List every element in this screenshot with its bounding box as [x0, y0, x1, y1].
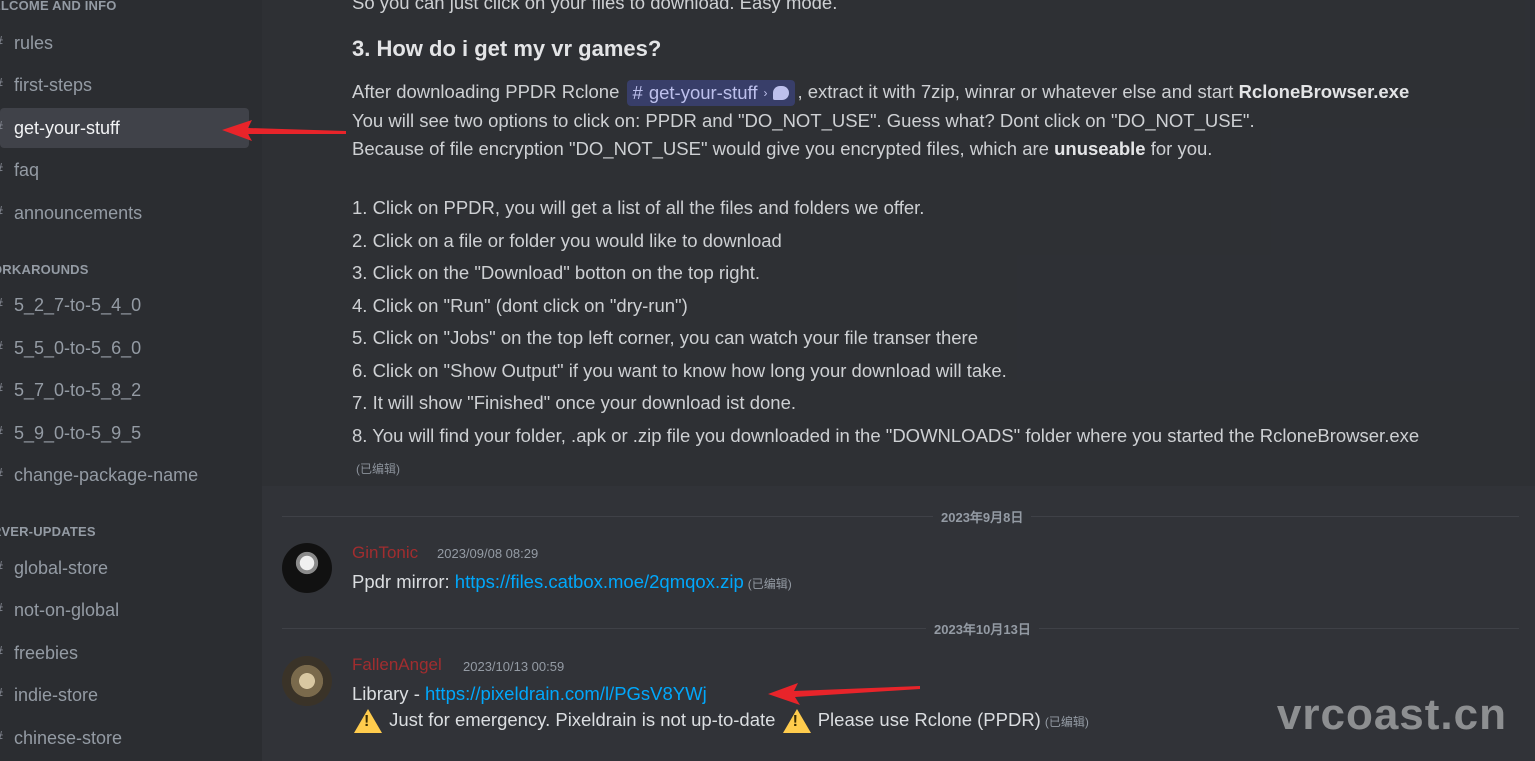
sidebar-item-indie-store[interactable]: # indie-store: [0, 675, 249, 715]
message-content: Library - https://pixeldrain.com/l/PGsV8…: [352, 683, 707, 705]
hashtag-icon: #: [0, 466, 8, 484]
message-content: Ppdr mirror: https://files.catbox.moe/2q…: [352, 571, 792, 593]
channel-label: announcements: [14, 202, 143, 223]
hashtag-icon: #: [0, 296, 8, 314]
channel-label: change-package-name: [14, 464, 199, 485]
message-hover-bg: [262, 0, 1535, 486]
message-text: Just for emergency. Pixeldrain is not up…: [389, 709, 776, 730]
message-text: Please use Rclone (PPDR): [817, 709, 1041, 730]
hashtag-icon: #: [0, 34, 8, 52]
hashtag-icon: #: [0, 119, 8, 137]
message-content: Just for emergency. Pixeldrain is not up…: [352, 709, 1089, 734]
sidebar-item-w2[interactable]: # 5_5_0-to-5_6_0: [0, 328, 249, 368]
channel-label: 5_7_0-to-5_8_2: [14, 379, 142, 400]
channel-label: 5_9_0-to-5_9_5: [14, 422, 142, 443]
channel-label: faq: [14, 159, 40, 180]
category-welcome[interactable]: ELCOME AND INFO: [0, 0, 117, 13]
avatar[interactable]: [282, 543, 332, 593]
date-divider: [282, 516, 1519, 517]
channel-sidebar: ELCOME AND INFO # rules # first-steps # …: [0, 0, 262, 761]
hashtag-icon: #: [0, 381, 8, 399]
sidebar-item-global-store[interactable]: # global-store: [0, 548, 249, 588]
hashtag-icon: #: [0, 559, 8, 577]
avatar[interactable]: [282, 656, 332, 706]
watermark: vrcoast.cn: [1276, 690, 1507, 739]
sidebar-item-get-your-stuff[interactable]: # get-your-stuff: [0, 108, 249, 148]
channel-label: rules: [14, 32, 54, 53]
sidebar-item-announcements[interactable]: # announcements: [0, 193, 249, 233]
date-divider: [282, 628, 1519, 629]
hashtag-icon: #: [0, 161, 8, 179]
category-workarounds[interactable]: ORKAROUNDS: [0, 262, 89, 277]
sidebar-item-rules[interactable]: # rules: [0, 23, 249, 63]
hashtag-icon: #: [0, 729, 8, 747]
sidebar-item-w3[interactable]: # 5_7_0-to-5_8_2: [0, 370, 249, 410]
sidebar-item-first-steps[interactable]: # first-steps: [0, 65, 249, 105]
channel-label: get-your-stuff: [14, 117, 120, 138]
message-link[interactable]: https://files.catbox.moe/2qmqox.zip: [455, 571, 744, 592]
channel-label: 5_5_0-to-5_6_0: [14, 337, 142, 358]
timestamp: 2023/09/08 08:29: [437, 546, 539, 561]
sidebar-item-change-package-name[interactable]: # change-package-name: [0, 455, 249, 495]
date-divider-label: 2023年10月13日: [926, 619, 1039, 638]
channel-label: chinese-store: [14, 727, 123, 748]
sidebar-item-freebies[interactable]: # freebies: [0, 633, 249, 673]
sidebar-item-faq[interactable]: # faq: [0, 150, 249, 190]
message-text: Ppdr mirror:: [352, 571, 455, 592]
hashtag-icon: #: [0, 204, 8, 222]
warning-icon: [782, 709, 811, 734]
channel-label: indie-store: [14, 684, 99, 705]
message-text: Library -: [352, 683, 425, 704]
channel-label: not-on-global: [14, 599, 120, 620]
channel-label: freebies: [14, 642, 79, 663]
sidebar-item-w4[interactable]: # 5_9_0-to-5_9_5: [0, 413, 249, 453]
channel-label: global-store: [14, 557, 109, 578]
hashtag-icon: #: [0, 76, 8, 94]
hashtag-icon: #: [0, 686, 8, 704]
warning-icon: [354, 709, 382, 734]
hashtag-icon: #: [0, 644, 8, 662]
channel-label: first-steps: [14, 74, 93, 95]
channel-label: 5_2_7-to-5_4_0: [14, 294, 142, 315]
timestamp: 2023/10/13 00:59: [463, 659, 565, 674]
sidebar-item-w1[interactable]: # 5_2_7-to-5_4_0: [0, 285, 249, 325]
edited-label: (已编辑): [1044, 715, 1089, 729]
date-divider-label: 2023年9月8日: [933, 507, 1032, 526]
username[interactable]: FallenAngel: [352, 655, 442, 675]
category-server-updates[interactable]: RVER-UPDATES: [0, 524, 96, 539]
hashtag-icon: #: [0, 424, 8, 442]
sidebar-item-chinese-store[interactable]: # chinese-store: [0, 718, 249, 758]
hashtag-icon: #: [0, 339, 8, 357]
username[interactable]: GinTonic: [352, 543, 418, 563]
message-area: So you can just click on your files to d…: [262, 0, 1535, 761]
edited-label: (已编辑): [747, 577, 792, 591]
sidebar-item-not-on-global[interactable]: # not-on-global: [0, 590, 249, 630]
message-link[interactable]: https://pixeldrain.com/l/PGsV8YWj: [425, 683, 707, 704]
hashtag-icon: #: [0, 601, 8, 619]
